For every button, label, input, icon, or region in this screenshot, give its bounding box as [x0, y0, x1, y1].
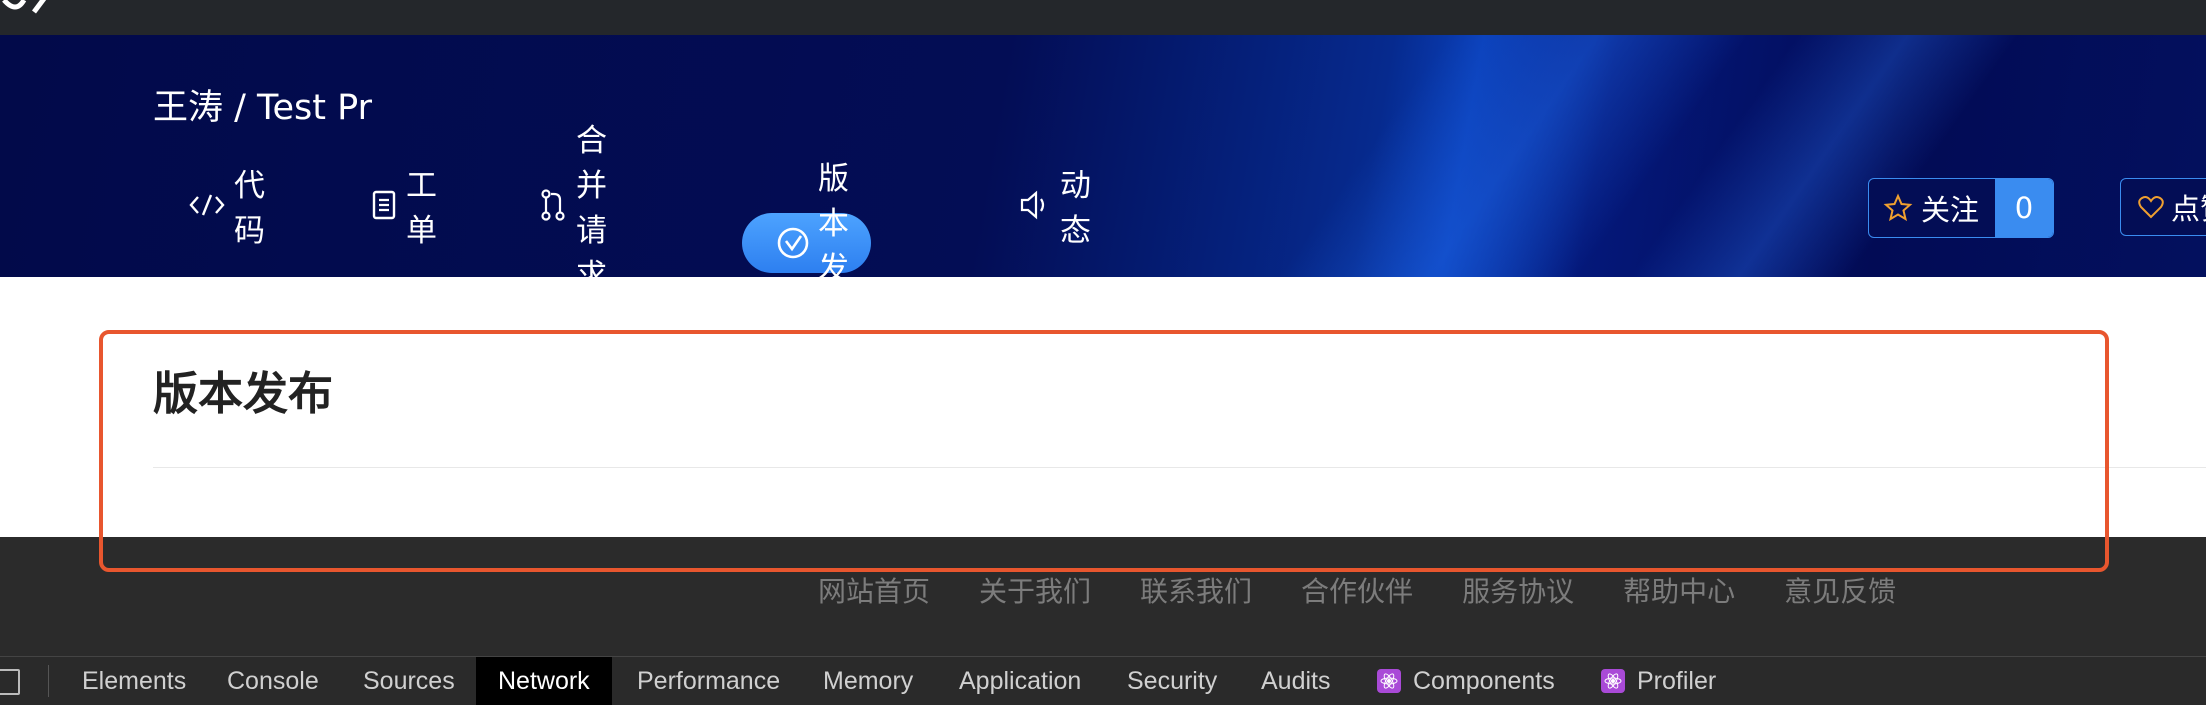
- footer-link[interactable]: 帮助中心: [1623, 570, 1735, 610]
- footer-link[interactable]: 联系我们: [1140, 570, 1252, 610]
- footer-link[interactable]: 意见反馈: [1784, 570, 1896, 610]
- footer-link[interactable]: 关于我们: [979, 570, 1091, 610]
- highlight-annotation-box: [99, 330, 2109, 572]
- clipboard-icon: [372, 190, 396, 220]
- speaker-icon: [1020, 190, 1045, 220]
- like-button[interactable]: 点赞: [2120, 178, 2206, 236]
- devtools-tab-application[interactable]: Application: [959, 657, 1081, 705]
- separator: [48, 665, 49, 697]
- devtools-tab-performance[interactable]: Performance: [637, 657, 780, 705]
- devtools-tab-console[interactable]: Console: [227, 657, 319, 705]
- devtools-tabbar: Elements Console Sources Network Perform…: [0, 656, 2206, 705]
- follow-count[interactable]: 0: [1995, 179, 2054, 237]
- devtools-tab-components[interactable]: Components: [1377, 657, 1555, 705]
- devtools-tab-security[interactable]: Security: [1127, 657, 1217, 705]
- top-bar: [0, 0, 2206, 35]
- devtools-tab-memory[interactable]: Memory: [823, 657, 913, 705]
- project-header: 王涛 / Test Pr 代码 工单 合并请求 版本发 动态 关注 0 点: [0, 35, 2206, 277]
- tab-releases[interactable]: 版本发布: [742, 161, 871, 277]
- dock-icon[interactable]: [0, 669, 20, 695]
- footer-links: 网站首页 关于我们 联系我们 合作伙伴 服务协议 帮助中心 意见反馈: [818, 570, 1945, 610]
- follow-label: 关注: [1921, 193, 1980, 227]
- tab-label: 版本发布: [818, 161, 849, 277]
- tab-activity[interactable]: 动态: [1018, 168, 1091, 249]
- tab-issues[interactable]: 工单: [370, 168, 437, 249]
- devtools-tab-network[interactable]: Network: [476, 657, 612, 705]
- tab-label: Profiler: [1637, 666, 1717, 695]
- tab-label: 代码: [234, 168, 265, 249]
- merge-request-icon: [541, 189, 565, 221]
- tab-label: 动态: [1060, 168, 1091, 249]
- devtools-tab-sources[interactable]: Sources: [363, 657, 455, 705]
- devtools-tab-audits[interactable]: Audits: [1261, 657, 1330, 705]
- footer-link[interactable]: 服务协议: [1462, 570, 1574, 610]
- devtools-tab-elements[interactable]: Elements: [82, 657, 186, 705]
- tab-code[interactable]: 代码: [188, 168, 265, 249]
- tab-label: 合并请求: [576, 123, 607, 277]
- devtools-tab-profiler[interactable]: Profiler: [1601, 657, 1716, 705]
- react-icon: [1601, 669, 1625, 693]
- footer-link[interactable]: 网站首页: [818, 570, 930, 610]
- tab-label: Components: [1413, 666, 1555, 695]
- tab-merge-requests[interactable]: 合并请求: [538, 123, 607, 277]
- footer-link[interactable]: 合作伙伴: [1301, 570, 1413, 610]
- star-icon: [1883, 193, 1913, 222]
- code-icon: [189, 194, 225, 216]
- heart-icon: [2138, 196, 2164, 219]
- follow-button[interactable]: 关注 0: [1868, 178, 2055, 238]
- breadcrumb[interactable]: 王涛 / Test Pr: [153, 79, 372, 130]
- tab-label: 工单: [406, 168, 437, 249]
- follow-label-wrap[interactable]: 关注: [1869, 179, 1995, 237]
- react-icon: [1377, 669, 1401, 693]
- release-check-icon: [777, 227, 809, 259]
- logo-icon[interactable]: [0, 0, 54, 22]
- like-label: 点赞: [2171, 192, 2206, 226]
